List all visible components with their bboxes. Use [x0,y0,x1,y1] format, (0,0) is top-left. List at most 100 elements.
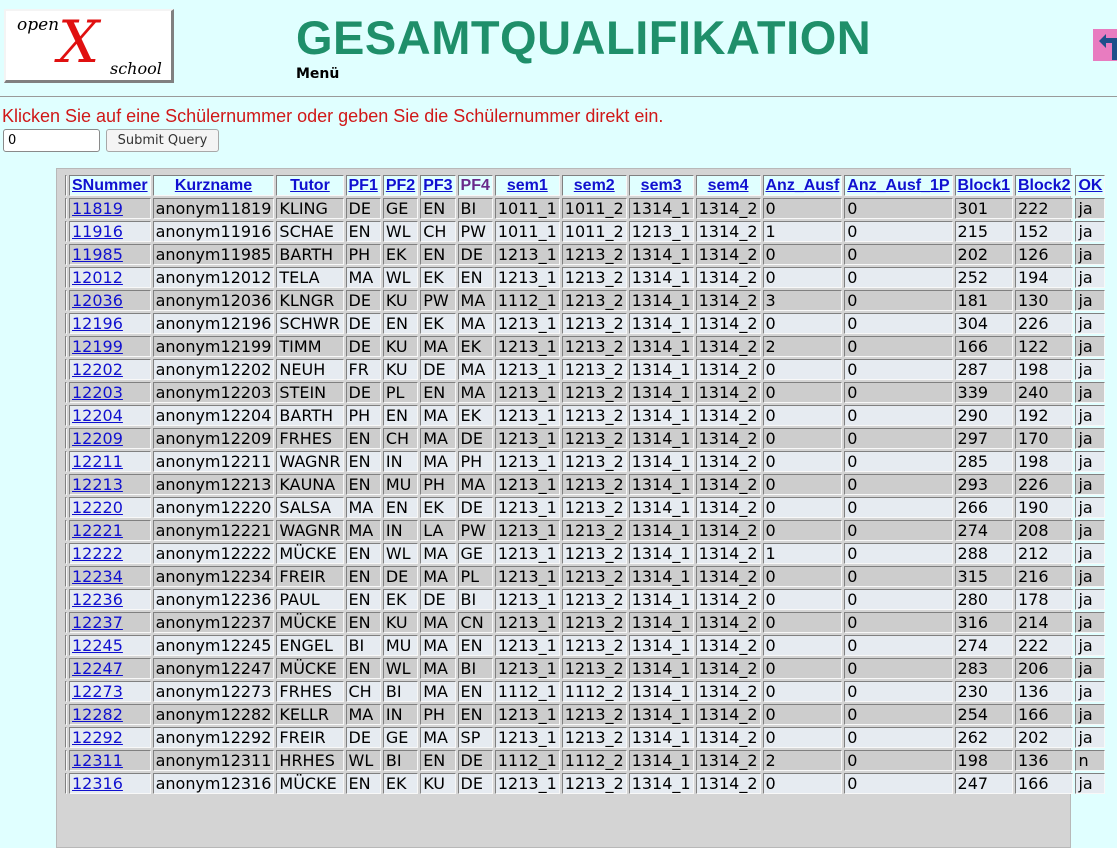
cell-block2: 130 [1015,290,1074,311]
cell-sem3: 1314_1 [628,750,694,771]
cell-snummer[interactable]: 11985 [69,244,151,265]
student-number-link[interactable]: 12237 [72,613,123,632]
cell-snummer[interactable]: 12012 [69,267,151,288]
student-number-link[interactable]: 12204 [72,406,123,425]
col-header-snummer[interactable]: SNummer [69,175,151,196]
col-header-sem2[interactable]: sem2 [561,175,627,196]
student-number-link[interactable]: 12202 [72,360,123,379]
cell-sem2: 1213_2 [561,336,627,357]
cell-snummer[interactable]: 12196 [69,313,151,334]
col-header-block2[interactable]: Block2 [1015,175,1074,196]
col-header-pf3[interactable]: PF3 [420,175,456,196]
sort-link-sem2[interactable]: sem2 [574,177,615,194]
student-number-link[interactable]: 12311 [72,751,123,770]
cell-snummer[interactable]: 11916 [69,221,151,242]
student-number-link[interactable]: 12292 [72,728,123,747]
student-number-link[interactable]: 12282 [72,705,123,724]
sort-link-pf3[interactable]: PF3 [423,177,452,194]
sort-link-sem3[interactable]: sem3 [641,177,682,194]
cell-kurzname: anonym12222 [152,543,275,564]
student-number-link[interactable]: 12036 [72,291,123,310]
col-header-tutor[interactable]: Tutor [276,175,344,196]
student-number-link[interactable]: 12213 [72,475,123,494]
table-row: 12220 anonym12220 SALSA MA EN EK DE 1213_1 1213_… [65,497,1106,518]
cell-snummer[interactable]: 12209 [69,428,151,449]
student-number-link[interactable]: 12012 [72,268,123,287]
sort-link-sem1[interactable]: sem1 [507,177,548,194]
cell-snummer[interactable]: 12221 [69,520,151,541]
student-number-link[interactable]: 12316 [72,774,123,793]
cell-snummer[interactable]: 12222 [69,543,151,564]
sort-link-pf1[interactable]: PF1 [349,177,378,194]
student-number-link[interactable]: 11916 [72,222,123,241]
cell-snummer[interactable]: 12204 [69,405,151,426]
student-number-link[interactable]: 12222 [72,544,123,563]
col-header-sem1[interactable]: sem1 [494,175,560,196]
sort-link-anz-ausf-1p[interactable]: Anz_Ausf_1P [847,177,949,194]
student-number-link[interactable]: 12196 [72,314,123,333]
col-header-ok[interactable]: OK [1075,175,1106,196]
cell-pf2: IN [382,451,419,472]
student-number-link[interactable]: 12273 [72,682,123,701]
cell-snummer[interactable]: 12236 [69,589,151,610]
cell-snummer[interactable]: 12247 [69,658,151,679]
sort-link-sem4[interactable]: sem4 [708,177,749,194]
sort-link-block2[interactable]: Block2 [1018,177,1070,194]
student-number-link[interactable]: 12211 [72,452,123,471]
cell-snummer[interactable]: 12036 [69,290,151,311]
col-header-anz-ausf[interactable]: Anz_Ausf [762,175,843,196]
cell-snummer[interactable]: 12220 [69,497,151,518]
cell-snummer[interactable]: 12237 [69,612,151,633]
cell-pf3: PH [420,474,456,495]
cell-snummer[interactable]: 12311 [69,750,151,771]
cell-snummer[interactable]: 12316 [69,773,151,794]
student-number-input[interactable] [3,129,100,152]
menu-link[interactable]: Menü [296,66,339,82]
student-number-link[interactable]: 12199 [72,337,123,356]
cell-snummer[interactable]: 12211 [69,451,151,472]
col-header-pf2[interactable]: PF2 [382,175,419,196]
student-number-link[interactable]: 12236 [72,590,123,609]
row-spacer [65,773,67,794]
cell-snummer[interactable]: 12213 [69,474,151,495]
cell-snummer[interactable]: 12203 [69,382,151,403]
cell-snummer[interactable]: 11819 [69,198,151,219]
cell-snummer[interactable]: 12202 [69,359,151,380]
sort-link-anz-ausf[interactable]: Anz_Ausf [766,177,840,194]
cell-snummer[interactable]: 12234 [69,566,151,587]
student-number-link[interactable]: 12209 [72,429,123,448]
row-spacer [65,244,67,265]
row-spacer [65,474,67,495]
cell-pf1: MA [345,704,381,725]
cell-snummer[interactable]: 12199 [69,336,151,357]
student-number-link[interactable]: 12203 [72,383,123,402]
sort-link-snummer[interactable]: SNummer [72,177,148,194]
sort-link-kurzname[interactable]: Kurzname [175,177,252,194]
student-number-link[interactable]: 12220 [72,498,123,517]
sort-link-tutor[interactable]: Tutor [290,177,330,194]
student-number-link[interactable]: 12234 [72,567,123,586]
cell-snummer[interactable]: 12292 [69,727,151,748]
student-number-link[interactable]: 11985 [72,245,123,264]
col-header-kurzname[interactable]: Kurzname [152,175,275,196]
col-header-sem3[interactable]: sem3 [628,175,694,196]
sort-link-pf2[interactable]: PF2 [386,177,415,194]
col-header-anz-ausf-1p[interactable]: Anz_Ausf_1P [844,175,953,196]
cell-pf2: KU [382,290,419,311]
submit-query-button[interactable]: Submit Query [106,129,219,152]
cell-snummer[interactable]: 12245 [69,635,151,656]
col-header-sem4[interactable]: sem4 [695,175,761,196]
student-number-link[interactable]: 12247 [72,659,123,678]
student-number-link[interactable]: 11819 [72,199,123,218]
cell-snummer[interactable]: 12282 [69,704,151,725]
cell-anz-ausf: 0 [762,704,843,725]
sort-link-ok[interactable]: OK [1078,177,1102,194]
col-header-pf1[interactable]: PF1 [345,175,381,196]
cell-pf2: MU [382,635,419,656]
back-button[interactable] [1093,29,1117,61]
col-header-block1[interactable]: Block1 [954,175,1013,196]
student-number-link[interactable]: 12221 [72,521,123,540]
student-number-link[interactable]: 12245 [72,636,123,655]
cell-snummer[interactable]: 12273 [69,681,151,702]
sort-link-block1[interactable]: Block1 [958,177,1010,194]
